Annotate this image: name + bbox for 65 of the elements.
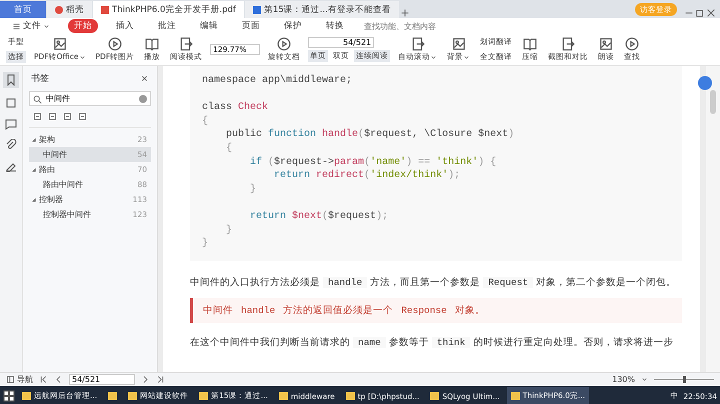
menu-tab[interactable]: 保护 xyxy=(278,19,308,33)
file-menu[interactable]: 文件 xyxy=(6,19,56,33)
tool-icon xyxy=(625,37,640,51)
tool-icon xyxy=(52,37,67,51)
nav-button[interactable]: 导航 xyxy=(6,374,33,385)
expand-arrow-icon[interactable] xyxy=(31,196,37,202)
code-block: namespace app\middleware; class Check { public function handle($request, \Closure $next) { if ($request->param('name') == 'think') { return redirect('index/think'); } return $next($request); } } xyxy=(190,66,682,261)
thumbnail-icon[interactable] xyxy=(5,97,17,109)
pdf-icon xyxy=(101,6,109,14)
tab[interactable]: 首页 xyxy=(0,1,46,18)
close-icon[interactable] xyxy=(140,74,149,83)
panel-title: 书签 xyxy=(31,72,49,85)
expand-arrow-icon[interactable] xyxy=(31,136,37,142)
scrollbar-thumb[interactable] xyxy=(710,90,716,114)
prev-page-icon[interactable] xyxy=(54,375,63,384)
zoom-slider-thumb[interactable] xyxy=(682,376,686,383)
bookmark-tool-icon[interactable] xyxy=(63,112,72,121)
new-tab-icon[interactable] xyxy=(400,8,410,18)
bookmark-tool-icon[interactable] xyxy=(48,112,57,121)
tool-icon xyxy=(145,37,160,51)
paragraph: 在这个中间件中我们判断当前请求的 name 参数等于 think 的时候进行重定向处理。否则，请求将进一步 xyxy=(190,336,674,350)
tab[interactable]: 第15课：通过...有登录不能查看 xyxy=(244,1,399,18)
first-page-icon[interactable] xyxy=(39,375,48,384)
windows-icon[interactable] xyxy=(3,390,15,402)
tool-icon xyxy=(523,37,538,51)
attachment-icon[interactable] xyxy=(5,139,17,151)
tool-icon xyxy=(599,37,614,51)
menu-tab[interactable]: 批注 xyxy=(152,19,182,33)
float-action-button[interactable] xyxy=(698,76,712,90)
next-page-icon[interactable] xyxy=(141,375,150,384)
search-icon xyxy=(33,95,42,104)
tool-icon xyxy=(452,37,466,51)
page-field[interactable]: 54/521 xyxy=(308,37,374,48)
menu-icon xyxy=(12,22,21,30)
bookmark-search-field[interactable]: 中间件 xyxy=(29,91,151,106)
menu-tab[interactable]: 开始 xyxy=(68,19,98,33)
web-icon xyxy=(252,6,261,14)
menu-tab[interactable]: 编辑 xyxy=(194,19,224,33)
page-field[interactable]: 54/521 xyxy=(69,374,135,385)
paragraph: 中间件的入口执行方法必须是 handle 方法，而且第一个参数是 Request 对象，第二个参数是一个闭包。 xyxy=(190,276,678,290)
last-page-icon[interactable] xyxy=(156,375,165,384)
close-icon[interactable] xyxy=(706,8,716,18)
caret-icon xyxy=(641,376,648,383)
tool-icon xyxy=(277,37,292,51)
bookmark-tool-icon[interactable] xyxy=(33,112,42,121)
search-field[interactable]: 查找功能、文档内容 xyxy=(362,20,476,32)
callout-note: 中间件 handle 方法的返回值必须是一个 Response 对象。 xyxy=(190,298,682,323)
menu-tab[interactable]: 插入 xyxy=(110,19,140,33)
restore-icon[interactable] xyxy=(695,8,705,18)
expand-arrow-icon[interactable] xyxy=(31,166,37,172)
tab[interactable]: ThinkPHP6.0完全开发手册.pdf xyxy=(93,1,244,18)
panel-icon xyxy=(6,375,15,384)
tool-icon xyxy=(561,37,576,51)
tool-icon xyxy=(108,37,122,51)
bookmark-tool-icon[interactable] xyxy=(78,112,87,121)
caret-icon xyxy=(43,22,50,30)
comment-icon[interactable] xyxy=(5,118,17,130)
menu-tab[interactable]: 页面 xyxy=(236,19,266,33)
tool-icon xyxy=(410,37,425,51)
bookmark-icon[interactable] xyxy=(3,72,19,88)
tool-icon xyxy=(179,37,194,51)
tab[interactable]: 稻壳 xyxy=(47,1,92,18)
logo-icon xyxy=(55,6,63,14)
menu-tab[interactable]: 转换 xyxy=(320,19,350,33)
zoom-level[interactable]: 130% xyxy=(612,375,635,384)
